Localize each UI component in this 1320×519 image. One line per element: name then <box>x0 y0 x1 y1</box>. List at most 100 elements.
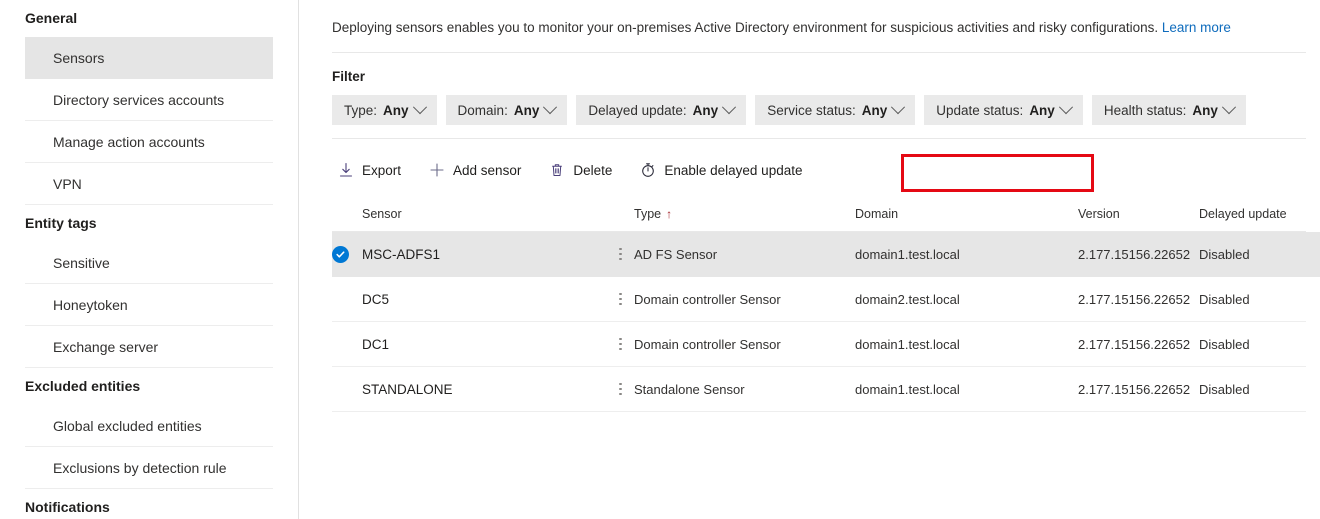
filter-label: Filter <box>299 53 1320 84</box>
filter-divider <box>332 138 1306 139</box>
filter-pill-value: Any <box>693 103 719 118</box>
table-row[interactable]: STANDALONE Standalone Sensordomain1.test.… <box>332 367 1306 412</box>
table-body: MSC-ADFS1AD FS Sensordomain1.test.local2… <box>299 232 1320 412</box>
cell-version: 2.177.15156.22652 <box>1078 337 1199 352</box>
page-description-text: Deploying sensors enables you to monitor… <box>332 20 1158 35</box>
filter-pill-name: Domain: <box>458 103 508 118</box>
column-header-type[interactable]: Type↑ <box>634 207 855 221</box>
filter-pill-value: Any <box>383 103 409 118</box>
filter-pill-name: Update status: <box>936 103 1023 118</box>
command-label: Delete <box>573 163 612 178</box>
sidebar-item-sensors[interactable]: Sensors <box>25 37 273 79</box>
cell-version: 2.177.15156.22652 <box>1078 292 1199 307</box>
cell-type: Standalone Sensor <box>634 382 855 397</box>
command-bar: Export Add sensor Delete Enable delayed upd… <box>299 150 1320 190</box>
cell-sensor: DC5 <box>362 292 607 307</box>
sidebar-item-exchange-server[interactable]: Exchange server <box>25 326 273 368</box>
cell-sensor: DC1 <box>362 337 607 352</box>
row-checkbox[interactable] <box>332 246 362 263</box>
filter-pill-value: Any <box>862 103 888 118</box>
command-delete-button[interactable]: Delete <box>535 150 626 190</box>
sidebar-item-directory-services-accounts[interactable]: Directory services accounts <box>25 79 273 121</box>
checked-circle-icon[interactable] <box>332 246 349 263</box>
column-header-sensor[interactable]: Sensor <box>362 207 607 221</box>
cell-domain: domain1.test.local <box>855 382 1078 397</box>
trash-icon <box>549 162 565 178</box>
command-label: Export <box>362 163 401 178</box>
nav-group-title-general: General <box>0 0 298 37</box>
filter-pill-name: Type: <box>344 103 377 118</box>
filter-pill-delayed-update[interactable]: Delayed update: Any <box>576 95 746 125</box>
row-more-options-icon[interactable] <box>607 338 634 351</box>
table-row[interactable]: DC1 Domain controller Sensordomain1.test.… <box>332 322 1306 367</box>
chevron-down-icon <box>1222 100 1236 114</box>
command-add-sensor-button[interactable]: Add sensor <box>415 150 535 190</box>
column-header-domain[interactable]: Domain <box>855 207 1078 221</box>
sidebar-item-manage-action-accounts[interactable]: Manage action accounts <box>25 121 273 163</box>
kebab-menu-icon[interactable] <box>619 248 622 261</box>
cell-domain: domain1.test.local <box>855 247 1078 262</box>
sidebar-item-sensitive[interactable]: Sensitive <box>25 242 273 284</box>
column-header-version[interactable]: Version <box>1078 207 1199 221</box>
kebab-menu-icon[interactable] <box>619 383 622 396</box>
command-label: Enable delayed update <box>664 163 802 178</box>
filter-pill-value: Any <box>1029 103 1055 118</box>
chevron-down-icon <box>1059 100 1073 114</box>
filter-pill-type[interactable]: Type: Any <box>332 95 437 125</box>
filter-pill-name: Service status: <box>767 103 856 118</box>
chevron-down-icon <box>891 100 905 114</box>
chevron-down-icon <box>412 100 426 114</box>
cell-sensor: MSC-ADFS1 <box>362 247 607 262</box>
settings-sidebar: GeneralSensorsDirectory services account… <box>0 0 299 519</box>
table-row[interactable]: DC5 Domain controller Sensordomain2.test.… <box>332 277 1306 322</box>
cell-delayed-update: Disabled <box>1199 292 1320 307</box>
table-header-row: Sensor Type↑ Domain Version Delayed upda… <box>332 197 1306 232</box>
learn-more-link[interactable]: Learn more <box>1162 20 1231 35</box>
command-label: Add sensor <box>453 163 521 178</box>
cell-domain: domain2.test.local <box>855 292 1078 307</box>
cell-type: Domain controller Sensor <box>634 292 855 307</box>
nav-group-title-notifications: Notifications <box>0 489 298 519</box>
sensors-table: Sensor Type↑ Domain Version Delayed upda… <box>299 197 1320 412</box>
stopwatch-icon <box>640 162 656 178</box>
cell-type: AD FS Sensor <box>634 247 855 262</box>
chevron-down-icon <box>722 100 736 114</box>
page-description: Deploying sensors enables you to monitor… <box>299 0 1320 37</box>
sidebar-item-exclusions-by-detection-rule[interactable]: Exclusions by detection rule <box>25 447 273 489</box>
row-more-options-icon[interactable] <box>607 293 634 306</box>
nav-group-title-entity-tags: Entity tags <box>0 205 298 242</box>
kebab-menu-icon[interactable] <box>619 338 622 351</box>
filter-pill-row: Type:AnyDomain:AnyDelayed update:AnyServ… <box>299 84 1320 125</box>
command-bar-wrapper: Export Add sensor Delete Enable delayed upd… <box>299 150 1320 190</box>
cell-sensor: STANDALONE <box>362 382 607 397</box>
filter-pill-update-status[interactable]: Update status: Any <box>924 95 1083 125</box>
download-icon <box>338 162 354 178</box>
table-row[interactable]: MSC-ADFS1 AD FS Sensordomain1.test.local2… <box>332 232 1320 277</box>
row-more-options-icon[interactable] <box>607 248 634 261</box>
filter-pill-name: Health status: <box>1104 103 1187 118</box>
cell-type: Domain controller Sensor <box>634 337 855 352</box>
sensors-content-panel: Deploying sensors enables you to monitor… <box>299 0 1320 519</box>
sidebar-item-honeytoken[interactable]: Honeytoken <box>25 284 273 326</box>
sidebar-item-vpn[interactable]: VPN <box>25 163 273 205</box>
kebab-menu-icon[interactable] <box>619 293 622 306</box>
filter-pill-value: Any <box>1192 103 1218 118</box>
command-enable-delayed-update-button[interactable]: Enable delayed update <box>626 150 818 190</box>
chevron-down-icon <box>543 100 557 114</box>
filter-pill-value: Any <box>514 103 540 118</box>
filter-pill-domain[interactable]: Domain: Any <box>446 95 568 125</box>
settings-page: GeneralSensorsDirectory services account… <box>0 0 1320 519</box>
filter-pill-service-status[interactable]: Service status: Any <box>755 95 915 125</box>
filter-pill-health-status[interactable]: Health status: Any <box>1092 95 1246 125</box>
row-more-options-icon[interactable] <box>607 383 634 396</box>
sidebar-item-global-excluded-entities[interactable]: Global excluded entities <box>25 405 273 447</box>
cell-delayed-update: Disabled <box>1199 382 1320 397</box>
column-header-type-label: Type <box>634 207 661 221</box>
cell-version: 2.177.15156.22652 <box>1078 247 1199 262</box>
cell-delayed-update: Disabled <box>1199 247 1320 262</box>
cell-domain: domain1.test.local <box>855 337 1078 352</box>
command-export-button[interactable]: Export <box>332 150 415 190</box>
filter-pill-name: Delayed update: <box>588 103 686 118</box>
nav-group-title-excluded-entities: Excluded entities <box>0 368 298 405</box>
column-header-delayed-update[interactable]: Delayed update <box>1199 207 1320 221</box>
